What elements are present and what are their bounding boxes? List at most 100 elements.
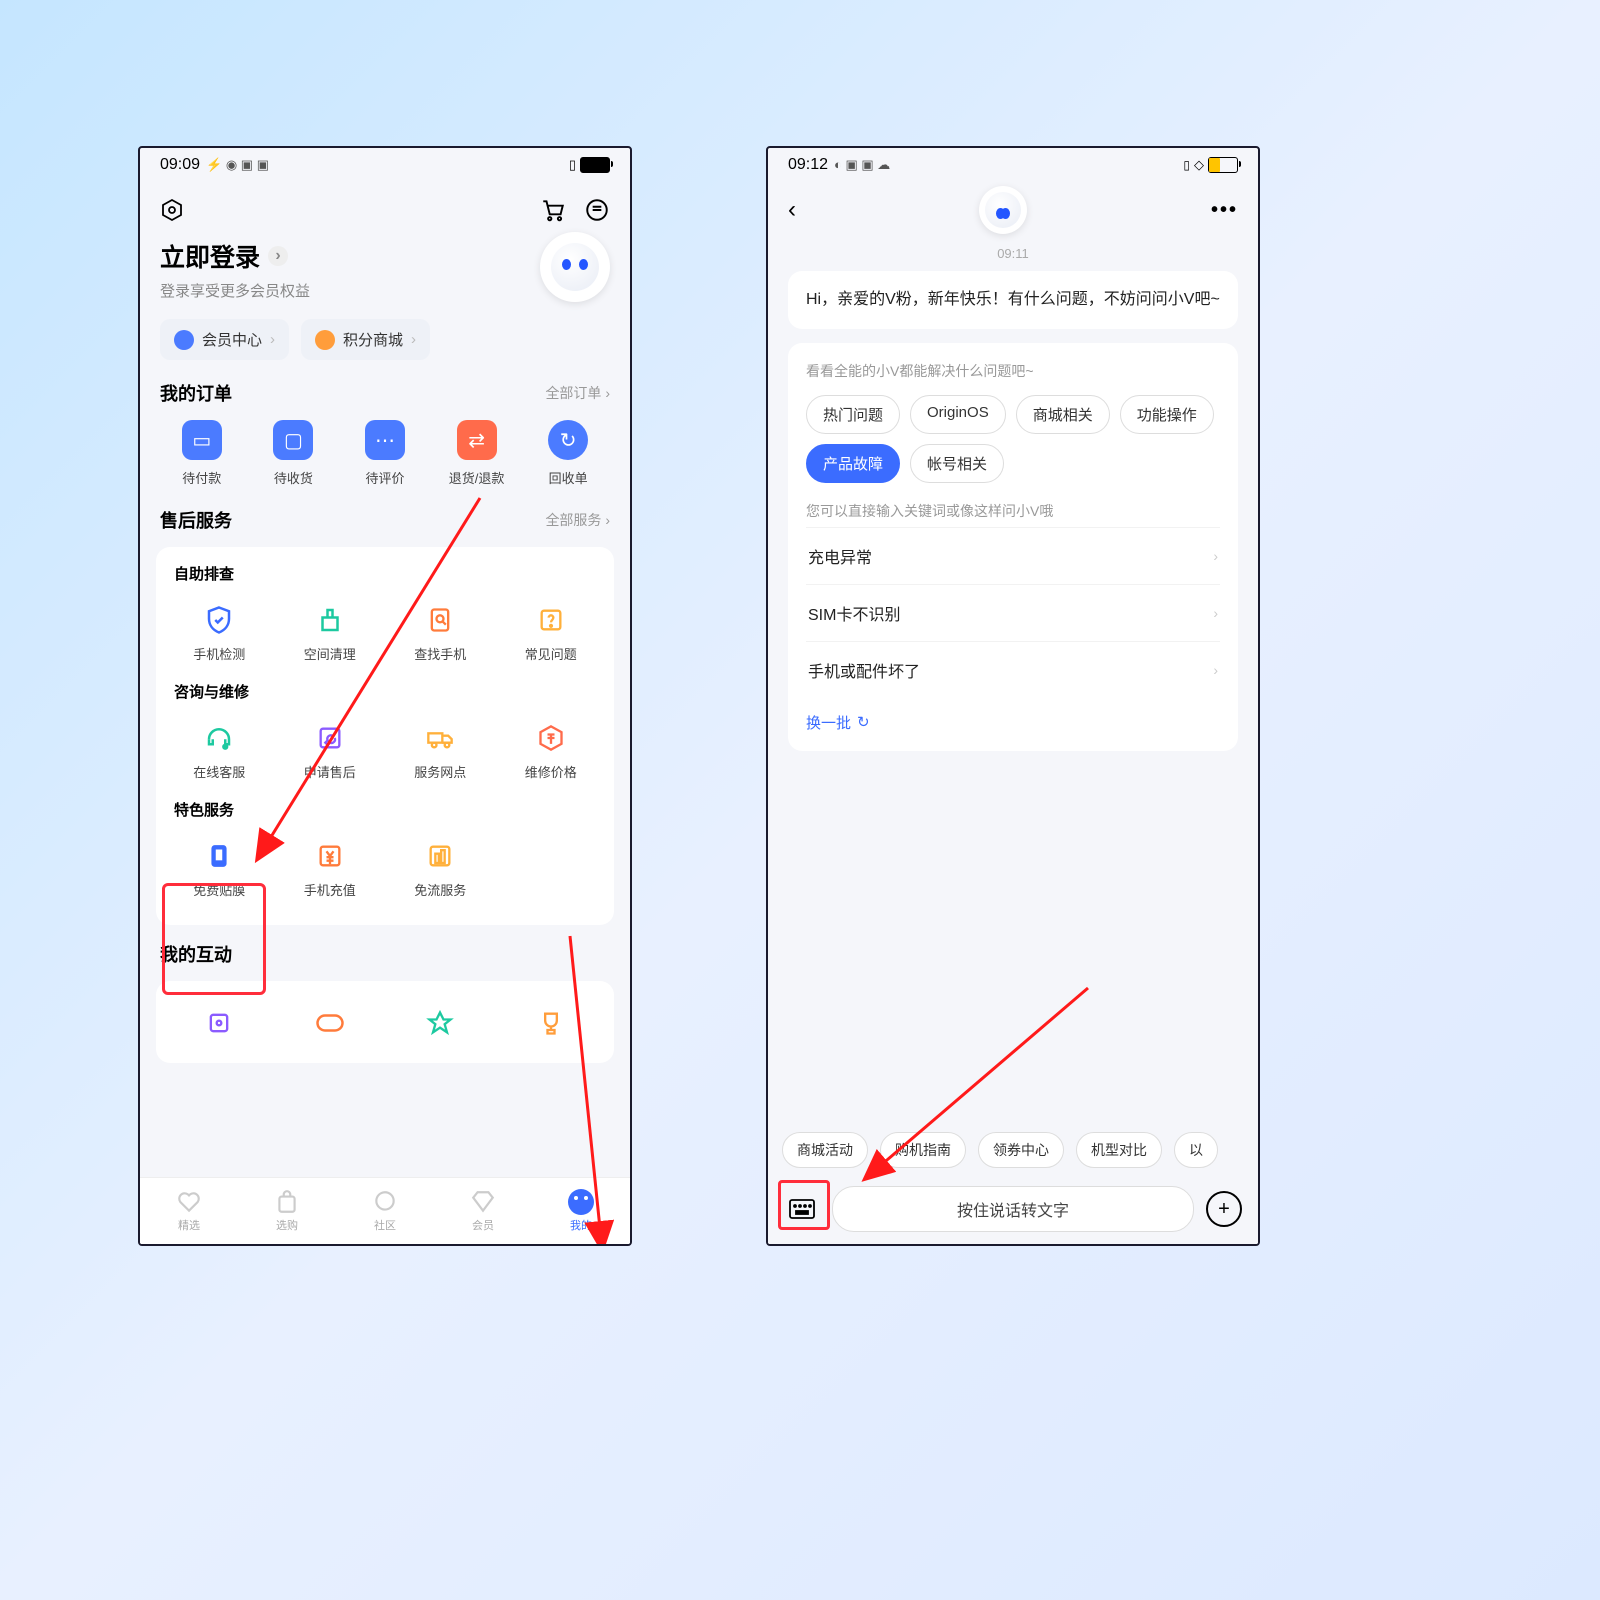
question-card: 看看全能的小V都能解决什么问题吧~ 热门问题 OriginOS 商城相关 功能操… bbox=[788, 343, 1238, 751]
chip-hot[interactable]: 热门问题 bbox=[806, 395, 900, 434]
wallet-icon: ▭ bbox=[182, 420, 222, 460]
q-charging[interactable]: 充电异常› bbox=[806, 527, 1220, 584]
orders-more[interactable]: 全部订单 › bbox=[545, 383, 610, 403]
tab-featured[interactable]: 精选 bbox=[140, 1189, 238, 1233]
service-card: 自助排查 手机检测 空间清理 查找手机 常见问题 咨询与维修 在线客服 申请售后… bbox=[156, 547, 614, 925]
interact-2[interactable] bbox=[275, 995, 386, 1057]
input-bar: 按住说话转文字 + bbox=[768, 1174, 1258, 1244]
order-refund[interactable]: ⇄退货/退款 bbox=[431, 420, 523, 487]
settings-icon[interactable] bbox=[160, 198, 184, 222]
avatar[interactable] bbox=[540, 232, 610, 302]
interact-3[interactable] bbox=[385, 995, 496, 1057]
trophy-icon bbox=[533, 1005, 569, 1041]
more-button[interactable]: ••• bbox=[1211, 199, 1238, 222]
suggestion-row: 商城活动 购机指南 领券中心 机型对比 以 bbox=[768, 1132, 1258, 1168]
sug-coupon[interactable]: 领券中心 bbox=[978, 1132, 1064, 1168]
sug-more[interactable]: 以 bbox=[1174, 1132, 1218, 1168]
keyboard-toggle[interactable] bbox=[784, 1191, 820, 1227]
message-icon[interactable] bbox=[584, 197, 610, 223]
sug-compare[interactable]: 机型对比 bbox=[1076, 1132, 1162, 1168]
badge-icon bbox=[422, 1005, 458, 1041]
phone-left: 09:09⚡ ◉ ▣ ▣ ▯ 立即登录› 登录享受更多会员权益 会员中心› 积分… bbox=[138, 146, 632, 1246]
question-hint: 看看全能的小V都能解决什么问题吧~ bbox=[806, 361, 1220, 381]
interact-1[interactable] bbox=[164, 995, 275, 1057]
chat-icon: ⋯ bbox=[365, 420, 405, 460]
q-broken[interactable]: 手机或配件坏了› bbox=[806, 641, 1220, 698]
service-more[interactable]: 全部服务 › bbox=[545, 510, 610, 530]
interact-4[interactable] bbox=[496, 995, 607, 1057]
order-review[interactable]: ⋯待评价 bbox=[339, 420, 431, 487]
chip-function[interactable]: 功能操作 bbox=[1120, 395, 1214, 434]
sim-icon: ▯ bbox=[569, 157, 576, 173]
battery-icon bbox=[580, 157, 610, 173]
chip-row: 热门问题 OriginOS 商城相关 功能操作 产品故障 帐号相关 bbox=[806, 395, 1220, 483]
swap-icon: ⇄ bbox=[457, 420, 497, 460]
pill-points[interactable]: 积分商城› bbox=[301, 319, 430, 360]
tab-mine[interactable]: 我的 bbox=[532, 1189, 630, 1233]
headset-icon bbox=[201, 720, 237, 756]
chip-fault[interactable]: 产品故障 bbox=[806, 444, 900, 483]
question-icon bbox=[533, 602, 569, 638]
bot-icon bbox=[985, 192, 1021, 228]
star-icon bbox=[315, 330, 335, 350]
special-title: 特色服务 bbox=[156, 799, 614, 828]
data-icon bbox=[422, 838, 458, 874]
chat-timestamp: 09:11 bbox=[768, 246, 1258, 261]
login-subtitle: 登录享受更多会员权益 bbox=[160, 280, 610, 301]
chip-originos[interactable]: OriginOS bbox=[910, 395, 1006, 434]
order-pending-recv[interactable]: ▢待收货 bbox=[248, 420, 340, 487]
faq[interactable]: 常见问题 bbox=[496, 592, 607, 673]
order-pending-pay[interactable]: ▭待付款 bbox=[156, 420, 248, 487]
refresh-button[interactable]: 换一批↻ bbox=[806, 712, 1220, 733]
bubble-icon bbox=[372, 1189, 398, 1215]
wrench-icon bbox=[312, 720, 348, 756]
status-bar: 09:09⚡ ◉ ▣ ▣ ▯ bbox=[140, 148, 630, 182]
tab-member[interactable]: 会员 bbox=[434, 1189, 532, 1233]
wifi-icon: ◇ bbox=[1194, 157, 1204, 173]
chip-mall[interactable]: 商城相关 bbox=[1016, 395, 1110, 434]
service-center[interactable]: 服务网点 bbox=[385, 710, 496, 791]
voice-input[interactable]: 按住说话转文字 bbox=[832, 1186, 1194, 1232]
sug-guide[interactable]: 购机指南 bbox=[880, 1132, 966, 1168]
login-block[interactable]: 立即登录› 登录享受更多会员权益 bbox=[140, 238, 630, 301]
cleanup[interactable]: 空间清理 bbox=[275, 592, 386, 673]
free-data[interactable]: 免流服务 bbox=[385, 828, 496, 909]
chat-bubble-greeting: Hi，亲爱的V粉，新年快乐！有什么问题，不妨问问小V吧~ bbox=[788, 271, 1238, 329]
price-icon bbox=[533, 720, 569, 756]
cart-icon[interactable] bbox=[540, 197, 566, 223]
plus-button[interactable]: + bbox=[1206, 1191, 1242, 1227]
chat-avatar[interactable] bbox=[979, 186, 1027, 234]
status-icons-left: ◐ ▣ ▣ ☁ bbox=[834, 157, 890, 173]
phone-right: 09:12◐ ▣ ▣ ☁ ▯◇ ‹ ••• 09:11 Hi，亲爱的V粉，新年快… bbox=[766, 146, 1260, 1246]
battery-icon bbox=[1208, 157, 1238, 173]
diamond-tab-icon bbox=[470, 1189, 496, 1215]
chip-account[interactable]: 帐号相关 bbox=[910, 444, 1004, 483]
top-bar bbox=[140, 182, 630, 238]
pill-icon bbox=[312, 1005, 348, 1041]
apply-service[interactable]: 申请售后 bbox=[275, 710, 386, 791]
tab-shop[interactable]: 选购 bbox=[238, 1189, 336, 1233]
find-phone[interactable]: 查找手机 bbox=[385, 592, 496, 673]
phone-check[interactable]: 手机检测 bbox=[164, 592, 275, 673]
tab-community[interactable]: 社区 bbox=[336, 1189, 434, 1233]
quick-pills: 会员中心› 积分商城› bbox=[140, 301, 630, 360]
repair-price[interactable]: 维修价格 bbox=[496, 710, 607, 791]
interact-card bbox=[156, 981, 614, 1063]
chevron-right-icon: › bbox=[1213, 605, 1218, 621]
order-recycle[interactable]: ↻回收单 bbox=[522, 420, 614, 487]
topup[interactable]: 手机充值 bbox=[275, 828, 386, 909]
online-service[interactable]: 在线客服 bbox=[164, 710, 275, 791]
phone-icon bbox=[201, 838, 237, 874]
chat-nav: ‹ ••• bbox=[768, 182, 1258, 238]
login-title: 立即登录 bbox=[160, 238, 260, 274]
pill-member[interactable]: 会员中心› bbox=[160, 319, 289, 360]
shield-icon bbox=[201, 602, 237, 638]
back-button[interactable]: ‹ bbox=[788, 196, 796, 224]
sug-activity[interactable]: 商城活动 bbox=[782, 1132, 868, 1168]
refresh-icon: ↻ bbox=[857, 713, 870, 731]
chevron-right-icon: › bbox=[1213, 662, 1218, 678]
status-bar: 09:12◐ ▣ ▣ ☁ ▯◇ bbox=[768, 148, 1258, 182]
free-film[interactable]: 免费贴膜 bbox=[164, 828, 275, 909]
refresh-icon: ↻ bbox=[548, 420, 588, 460]
q-sim[interactable]: SIM卡不识别› bbox=[806, 584, 1220, 641]
